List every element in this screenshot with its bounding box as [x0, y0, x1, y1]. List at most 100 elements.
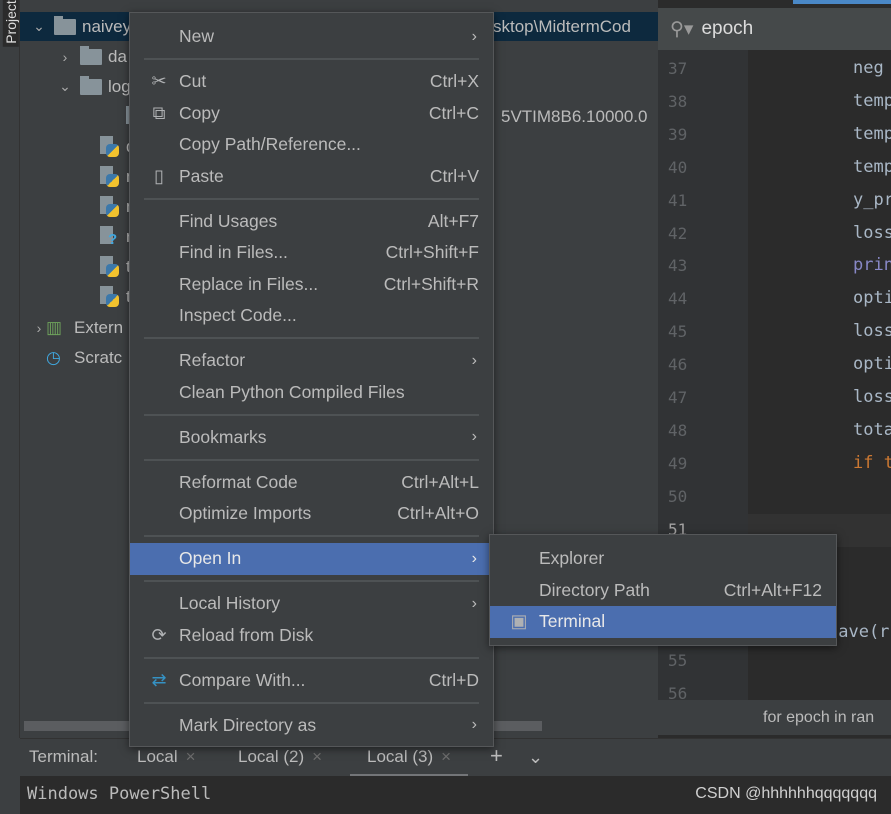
close-icon[interactable]: × — [312, 747, 322, 766]
search-input[interactable]: epoch — [701, 18, 753, 40]
reload-icon: ⟳ — [151, 624, 167, 645]
menu-separator — [130, 408, 493, 422]
tree-item[interactable]: › da — [58, 42, 127, 71]
menu-item-label: Find Usages — [179, 210, 278, 231]
terminal-icon: ▣ — [510, 611, 528, 632]
menu-item-replace-in-files[interactable]: Replace in Files... Ctrl+Shift+R — [130, 269, 493, 301]
scissors-icon: ✂ — [151, 71, 167, 92]
open-in-submenu: Explorer Directory Path Ctrl+Alt+F12 ▣ Termi… — [489, 534, 837, 646]
chevron-icon[interactable]: › — [58, 49, 72, 65]
tree-item[interactable]: › ▥ Extern — [32, 313, 123, 342]
tree-item-label: da — [108, 46, 127, 66]
menu-item-label: Inspect Code... — [179, 305, 297, 326]
menu-item-reload-from-disk[interactable]: ⟳ Reload from Disk — [130, 620, 493, 652]
menu-separator — [130, 575, 493, 589]
chevron-icon[interactable]: › — [32, 320, 46, 336]
tree-item-path: sktop\MidtermCod — [493, 16, 631, 36]
menu-item-label: Copy — [179, 102, 220, 123]
menu-item-cut[interactable]: ✂ Cut Ctrl+X — [130, 66, 493, 98]
menu-item-compare-with[interactable]: ⇄ Compare With... Ctrl+D — [130, 665, 493, 697]
menu-item-clean-python-compiled-files[interactable]: Clean Python Compiled Files — [130, 377, 493, 409]
chevron-right-icon: › — [471, 549, 477, 567]
copy-icon: ⧉ — [152, 102, 166, 123]
terminal-output[interactable]: Windows PowerShell CSDN @hhhhhhqqqqqqq — [20, 776, 891, 814]
line-number: 43 — [668, 256, 688, 276]
menu-item-local-history[interactable]: Local History › — [130, 588, 493, 620]
tree-item-path: 5VTIM8B6.10000.0 — [501, 106, 648, 126]
clipboard-icon: ▯ — [154, 165, 164, 186]
line-number: 38 — [668, 91, 688, 111]
tree-item[interactable]: ◷ Scratc — [32, 343, 122, 372]
menu-item-find-usages[interactable]: Find Usages Alt+F7 — [130, 206, 493, 238]
menu-item-label: New — [179, 26, 215, 47]
menu-separator — [130, 453, 493, 467]
menu-item-new[interactable]: New › — [130, 21, 493, 53]
menu-separator — [130, 53, 493, 67]
library-icon: ▥ — [46, 317, 63, 337]
tree-item[interactable]: ⌄ log — [58, 72, 131, 101]
code-line: temp — [853, 90, 891, 111]
tab-label: Local (3) — [367, 747, 434, 766]
editor-breadcrumb[interactable]: for epoch in ran — [658, 700, 891, 735]
line-number: 37 — [668, 59, 688, 78]
menu-item-paste[interactable]: ▯ Paste Ctrl+V — [130, 161, 493, 193]
chevron-down-icon[interactable]: ⌄ — [528, 747, 543, 768]
chevron-icon[interactable]: ⌄ — [32, 18, 46, 35]
menu-item-inspect-code[interactable]: Inspect Code... — [130, 300, 493, 332]
line-number: 47 — [668, 388, 688, 407]
menu-item-label: Cut — [179, 71, 207, 92]
menu-item-reformat-code[interactable]: Reformat Code Ctrl+Alt+L — [130, 467, 493, 499]
menu-item-copy[interactable]: ⧉ Copy Ctrl+C — [130, 98, 493, 130]
chevron-right-icon: › — [471, 27, 477, 45]
line-number: 44 — [668, 289, 688, 309]
menu-item-find-in-files[interactable]: Find in Files... Ctrl+Shift+F — [130, 237, 493, 269]
code-line: temp — [853, 123, 891, 144]
code-line: loss — [853, 387, 891, 407]
python-file-icon — [98, 286, 120, 308]
menu-item-refactor[interactable]: Refactor › — [130, 345, 493, 377]
chevron-icon[interactable]: ⌄ — [58, 78, 72, 95]
menu-item-copy-path-reference[interactable]: Copy Path/Reference... — [130, 129, 493, 161]
close-icon[interactable]: × — [441, 747, 451, 766]
line-number: 55 — [668, 651, 688, 671]
menu-item-explorer[interactable]: Explorer — [490, 543, 836, 575]
folder-icon — [54, 15, 76, 35]
shortcut: Ctrl+C — [428, 102, 479, 123]
menu-item-label: Directory Path — [539, 579, 650, 600]
tab-label: Local — [137, 747, 178, 766]
chevron-right-icon: › — [471, 351, 477, 369]
tree-item-label: Extern — [74, 317, 124, 337]
menu-item-open-in[interactable]: Open In › — [130, 543, 493, 575]
shortcut: Ctrl+Alt+L — [401, 471, 479, 492]
shortcut: Ctrl+Alt+F12 — [723, 579, 822, 600]
terminal-label: Terminal: — [29, 747, 98, 766]
menu-item-label: Bookmarks — [179, 426, 267, 447]
line-number: 39 — [668, 124, 688, 144]
menu-item-terminal[interactable]: ▣ Terminal — [490, 606, 836, 638]
tree-item-label: Scratc — [74, 347, 123, 367]
menu-separator — [130, 696, 493, 710]
menu-item-label: Open In — [179, 548, 242, 569]
chevron-right-icon: › — [471, 428, 477, 446]
close-icon[interactable]: × — [186, 747, 196, 766]
chevron-right-icon: › — [471, 594, 477, 612]
code-line: loss — [853, 222, 891, 243]
menu-item-label: Local History — [179, 593, 281, 614]
folder-icon — [80, 45, 102, 65]
search-bar[interactable]: ⚲▾ epoch — [658, 8, 891, 50]
terminal-tab[interactable]: Local (2) × — [238, 747, 322, 767]
code-line: prin — [853, 255, 891, 276]
menu-item-mark-directory-as[interactable]: Mark Directory as › — [130, 710, 493, 742]
menu-item-label: Replace in Files... — [179, 273, 319, 294]
terminal-tab-active[interactable]: Local (3) × — [350, 747, 469, 777]
terminal-tab[interactable]: Local × — [137, 747, 196, 767]
menu-item-directory-path[interactable]: Directory Path Ctrl+Alt+F12 — [490, 575, 836, 607]
terminal-text: Windows PowerShell — [27, 784, 212, 804]
shortcut: Ctrl+Shift+R — [383, 273, 479, 294]
menu-item-optimize-imports[interactable]: Optimize Imports Ctrl+Alt+O — [130, 498, 493, 530]
project-tool-button[interactable]: Project — [2, 0, 19, 47]
menu-item-bookmarks[interactable]: Bookmarks › — [130, 422, 493, 454]
tab-label: Local (2) — [238, 747, 305, 766]
menu-item-label: Clean Python Compiled Files — [179, 381, 405, 402]
menu-item-label: Optimize Imports — [179, 503, 312, 524]
